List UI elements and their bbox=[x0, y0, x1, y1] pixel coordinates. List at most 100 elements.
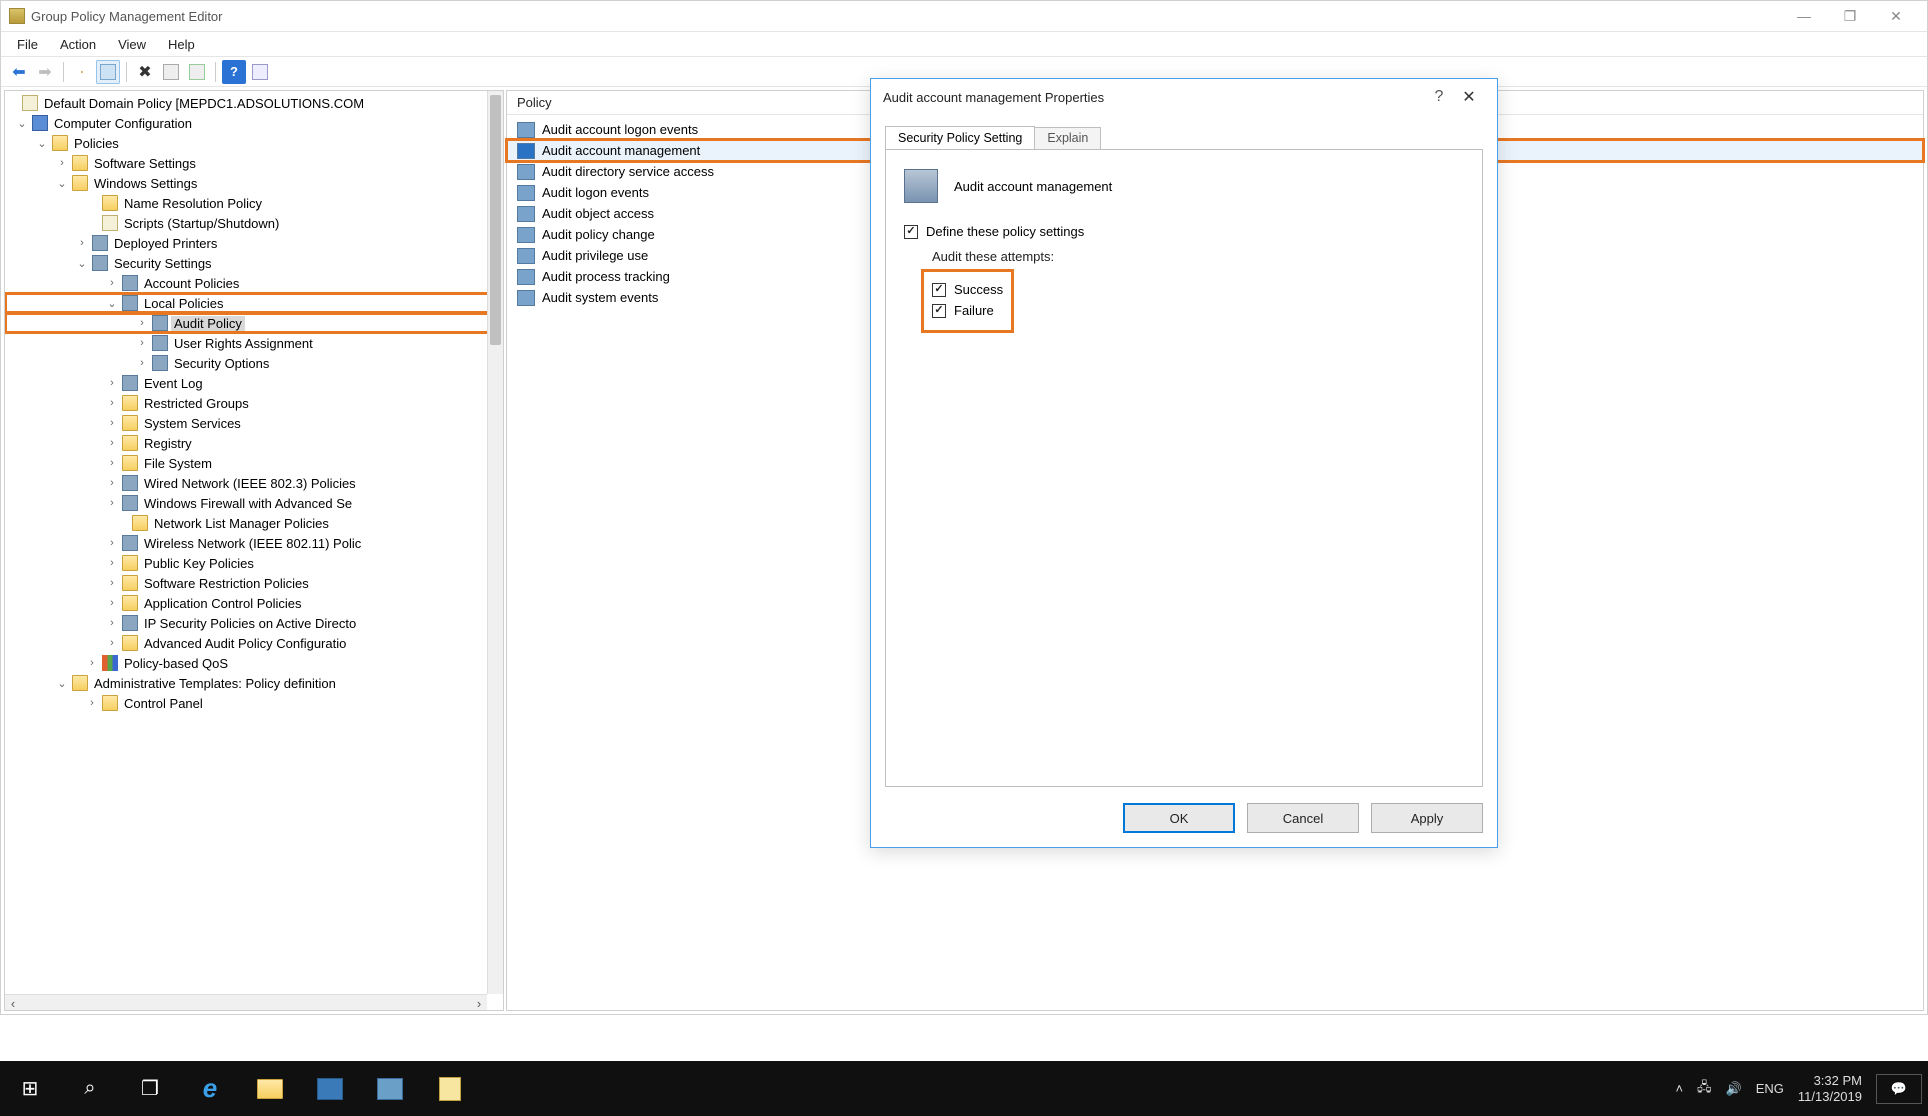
policy-large-icon bbox=[904, 169, 938, 203]
export-button[interactable] bbox=[185, 60, 209, 84]
tree-user-rights[interactable]: ›User Rights Assignment bbox=[5, 333, 503, 353]
menu-file[interactable]: File bbox=[7, 35, 48, 54]
policy-icon bbox=[517, 122, 535, 138]
success-label: Success bbox=[954, 282, 1003, 297]
list-item-label: Audit system events bbox=[539, 290, 661, 305]
up-level-button[interactable] bbox=[70, 60, 94, 84]
delete-button[interactable]: ✖ bbox=[133, 60, 157, 84]
taskbar-ie-icon[interactable]: e bbox=[180, 1061, 240, 1116]
tree-registry[interactable]: ›Registry bbox=[5, 433, 503, 453]
toolbar-separator bbox=[63, 62, 64, 82]
forward-button[interactable] bbox=[33, 60, 57, 84]
taskbar-gpmc-icon[interactable] bbox=[360, 1061, 420, 1116]
titlebar[interactable]: Group Policy Management Editor — ❐ ✕ bbox=[1, 1, 1927, 31]
tab-security-policy-setting[interactable]: Security Policy Setting bbox=[885, 126, 1035, 149]
menubar: File Action View Help bbox=[1, 31, 1927, 57]
app-icon bbox=[9, 8, 25, 24]
tree-audit-policy[interactable]: ›Audit Policy bbox=[5, 313, 503, 333]
policy-icon bbox=[517, 269, 535, 285]
list-item-label: Audit logon events bbox=[539, 185, 652, 200]
help-button[interactable]: ? bbox=[222, 60, 246, 84]
tree-control-panel[interactable]: ›Control Panel bbox=[5, 693, 503, 713]
navigation-tree-pane: Default Domain Policy [MEPDC1.ADSOLUTION… bbox=[4, 90, 504, 1011]
policy-icon bbox=[517, 206, 535, 222]
menu-view[interactable]: View bbox=[108, 35, 156, 54]
tree-public-key[interactable]: ›Public Key Policies bbox=[5, 553, 503, 573]
tree-policies[interactable]: ⌄Policies bbox=[5, 133, 503, 153]
menu-action[interactable]: Action bbox=[50, 35, 106, 54]
tree-admin-templates[interactable]: ⌄Administrative Templates: Policy defini… bbox=[5, 673, 503, 693]
properties-dialog: Audit account management Properties ? ✕ … bbox=[870, 78, 1498, 848]
navigation-tree[interactable]: Default Domain Policy [MEPDC1.ADSOLUTION… bbox=[5, 91, 503, 715]
cancel-button[interactable]: Cancel bbox=[1247, 803, 1359, 833]
tree-root[interactable]: Default Domain Policy [MEPDC1.ADSOLUTION… bbox=[5, 93, 503, 113]
tree-event-log[interactable]: ›Event Log bbox=[5, 373, 503, 393]
list-column-label: Policy bbox=[517, 95, 552, 110]
taskbar: ⊞ ⌕ ❐ e ˄ 🖧 🔊 ENG 3:32 PM 11/13/2019 💬 bbox=[0, 1061, 1928, 1116]
tree-wired-network[interactable]: ›Wired Network (IEEE 802.3) Policies bbox=[5, 473, 503, 493]
taskbar-notepad-icon[interactable] bbox=[420, 1061, 480, 1116]
policy-icon bbox=[517, 143, 535, 159]
properties-button[interactable] bbox=[159, 60, 183, 84]
tree-name-resolution[interactable]: Name Resolution Policy bbox=[5, 193, 503, 213]
tray-language[interactable]: ENG bbox=[1756, 1081, 1784, 1096]
tray-volume-icon[interactable]: 🔊 bbox=[1726, 1081, 1742, 1097]
action-center-button[interactable]: 💬 bbox=[1876, 1074, 1922, 1104]
tree-network-list[interactable]: Network List Manager Policies bbox=[5, 513, 503, 533]
define-policy-checkbox[interactable] bbox=[904, 225, 918, 239]
start-button[interactable]: ⊞ bbox=[0, 1061, 60, 1116]
tree-account-policies[interactable]: ›Account Policies bbox=[5, 273, 503, 293]
list-item-label: Audit privilege use bbox=[539, 248, 651, 263]
tree-security-settings[interactable]: ⌄Security Settings bbox=[5, 253, 503, 273]
tree-windows-settings[interactable]: ⌄Windows Settings bbox=[5, 173, 503, 193]
show-tree-button[interactable] bbox=[96, 60, 120, 84]
audit-attempts-label: Audit these attempts: bbox=[932, 249, 1464, 264]
maximize-button[interactable]: ❐ bbox=[1827, 1, 1873, 31]
tree-local-policies[interactable]: ⌄Local Policies bbox=[5, 293, 503, 313]
tree-system-services[interactable]: ›System Services bbox=[5, 413, 503, 433]
taskbar-explorer-icon[interactable] bbox=[240, 1061, 300, 1116]
tree-policy-qos[interactable]: ›Policy-based QoS bbox=[5, 653, 503, 673]
tree-scripts[interactable]: Scripts (Startup/Shutdown) bbox=[5, 213, 503, 233]
taskbar-clock[interactable]: 3:32 PM 11/13/2019 bbox=[1798, 1073, 1862, 1104]
tree-ip-security[interactable]: ›IP Security Policies on Active Directo bbox=[5, 613, 503, 633]
tree-software-restriction[interactable]: ›Software Restriction Policies bbox=[5, 573, 503, 593]
tree-wireless-network[interactable]: ›Wireless Network (IEEE 802.11) Polic bbox=[5, 533, 503, 553]
policy-icon bbox=[517, 290, 535, 306]
dialog-titlebar[interactable]: Audit account management Properties ? ✕ bbox=[871, 79, 1497, 115]
tree-advanced-audit[interactable]: ›Advanced Audit Policy Configuratio bbox=[5, 633, 503, 653]
ok-button[interactable]: OK bbox=[1123, 803, 1235, 833]
menu-help[interactable]: Help bbox=[158, 35, 205, 54]
failure-checkbox[interactable] bbox=[932, 304, 946, 318]
tray-network-icon[interactable]: 🖧 bbox=[1697, 1078, 1712, 1100]
tree-vertical-scrollbar[interactable] bbox=[487, 91, 503, 994]
tree-file-system[interactable]: ›File System bbox=[5, 453, 503, 473]
task-view-button[interactable]: ❐ bbox=[120, 1061, 180, 1116]
list-item-label: Audit policy change bbox=[539, 227, 658, 242]
search-button[interactable]: ⌕ bbox=[60, 1061, 120, 1116]
tab-explain[interactable]: Explain bbox=[1034, 127, 1101, 150]
tree-restricted-groups[interactable]: ›Restricted Groups bbox=[5, 393, 503, 413]
toolbar-separator bbox=[215, 62, 216, 82]
filter-button[interactable] bbox=[248, 60, 272, 84]
success-checkbox[interactable] bbox=[932, 283, 946, 297]
tree-horizontal-scrollbar[interactable]: ‹› bbox=[5, 994, 487, 1010]
taskbar-time: 3:32 PM bbox=[1798, 1073, 1862, 1089]
tree-computer-configuration[interactable]: ⌄Computer Configuration bbox=[5, 113, 503, 133]
tree-deployed-printers[interactable]: ›Deployed Printers bbox=[5, 233, 503, 253]
tree-windows-firewall[interactable]: ›Windows Firewall with Advanced Se bbox=[5, 493, 503, 513]
policy-icon bbox=[517, 227, 535, 243]
back-button[interactable] bbox=[7, 60, 31, 84]
minimize-button[interactable]: — bbox=[1781, 1, 1827, 31]
tree-application-control[interactable]: ›Application Control Policies bbox=[5, 593, 503, 613]
dialog-tabs: Security Policy Setting Explain bbox=[885, 125, 1100, 148]
taskbar-server-manager-icon[interactable] bbox=[300, 1061, 360, 1116]
dialog-close-button[interactable]: ✕ bbox=[1453, 87, 1485, 107]
tree-security-options[interactable]: ›Security Options bbox=[5, 353, 503, 373]
list-item-label: Audit process tracking bbox=[539, 269, 673, 284]
apply-button[interactable]: Apply bbox=[1371, 803, 1483, 833]
tree-software-settings[interactable]: ›Software Settings bbox=[5, 153, 503, 173]
close-window-button[interactable]: ✕ bbox=[1873, 1, 1919, 31]
dialog-help-button[interactable]: ? bbox=[1425, 88, 1453, 106]
tray-chevron-icon[interactable]: ˄ bbox=[1675, 1081, 1683, 1096]
